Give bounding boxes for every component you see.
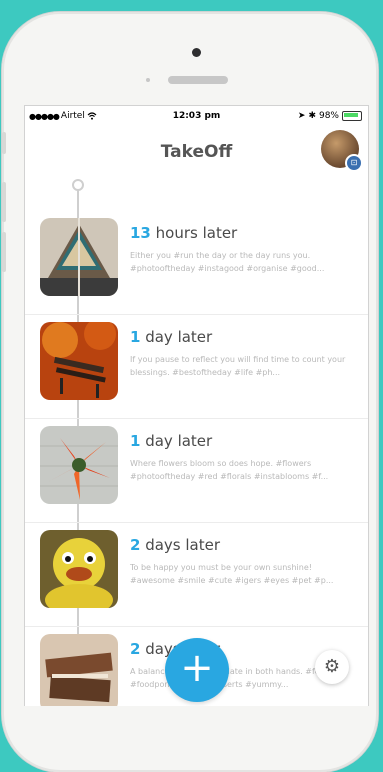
instagram-badge-icon: ⊡ <box>345 154 363 172</box>
entry-time-label: 2 days later <box>130 536 220 554</box>
proximity-sensor <box>146 78 150 82</box>
mute-switch <box>2 132 6 154</box>
entry-time-unit: days later <box>140 536 221 554</box>
timeline-item[interactable]: 2 days later To be happy you must be you… <box>25 523 368 627</box>
entry-caption: To be happy you must be your own sunshin… <box>130 563 334 585</box>
timeline-item[interactable]: 1 day later If you pause to reflect you … <box>25 315 368 419</box>
entry-caption: Either you #run the day or the day runs … <box>130 251 325 273</box>
entry-time-label: 13 hours later <box>130 224 237 242</box>
entry-caption: Where flowers bloom so does hope. #flowe… <box>130 459 329 481</box>
entry-time-unit: hours later <box>150 224 238 242</box>
entry-time-number: 1 <box>130 328 141 346</box>
app-title: TakeOff <box>160 142 233 162</box>
entry-caption: If you pause to reflect you will find ti… <box>130 355 346 377</box>
volume-up-button <box>2 182 6 222</box>
entry-time-label: 1 day later <box>130 432 212 450</box>
entry-time-unit: day later <box>140 432 213 450</box>
photo-thumbnail-bench[interactable] <box>40 322 118 400</box>
entry-time-number: 1 <box>130 432 141 450</box>
status-bar: ●●●●● Airtel 12:03 pm ➤ ✱ 98% <box>25 106 368 124</box>
volume-down-button <box>2 232 6 272</box>
front-camera <box>192 48 201 57</box>
location-icon: ➤ <box>297 111 306 121</box>
earpiece-speaker <box>168 76 228 84</box>
bluetooth-icon: ✱ <box>308 111 316 121</box>
photo-thumbnail-chocolate[interactable] <box>40 634 118 706</box>
timeline-start-dot <box>72 179 84 191</box>
battery-icon <box>342 111 362 121</box>
entry-time-number: 13 <box>130 224 151 242</box>
photo-thumbnail-flower[interactable] <box>40 426 118 504</box>
timeline-item[interactable]: 13 hours later Either you #run the day o… <box>25 211 368 315</box>
battery-percentage: 98% <box>318 111 339 121</box>
photo-thumbnail-duck[interactable] <box>40 530 118 608</box>
entry-time-label: 1 day later <box>130 328 212 346</box>
entry-time-number: 2 <box>130 640 141 658</box>
app-screen: ●●●●● Airtel 12:03 pm ➤ ✱ 98% TakeOff ⊡ <box>24 105 369 706</box>
timeline-item[interactable]: 1 day later Where flowers bloom so does … <box>25 419 368 523</box>
add-entry-button[interactable]: + <box>165 638 229 702</box>
settings-gear-icon[interactable]: ⚙ <box>315 650 349 684</box>
photo-thumbnail-clothes[interactable] <box>40 218 118 296</box>
entry-time-unit: day later <box>140 328 213 346</box>
entry-time-number: 2 <box>130 536 141 554</box>
